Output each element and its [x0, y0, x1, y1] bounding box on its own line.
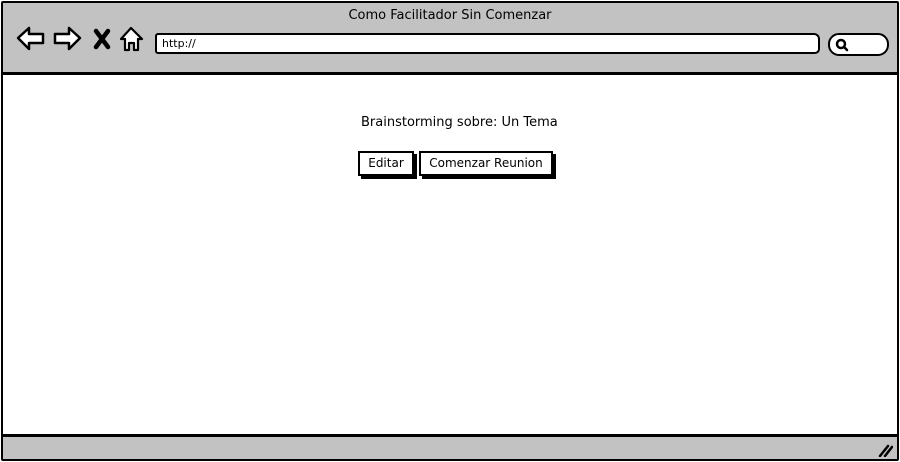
- url-input[interactable]: http://: [155, 33, 820, 54]
- home-icon[interactable]: [118, 25, 146, 53]
- magnifier-icon: [835, 38, 849, 52]
- browser-window: Como Facilitador Sin Comenzar http:// Br…: [1, 1, 899, 461]
- status-bar: [3, 434, 897, 459]
- edit-button[interactable]: Editar: [358, 151, 414, 176]
- page-content: Brainstorming sobre: Un Tema Editar Come…: [3, 75, 897, 434]
- stop-x-icon[interactable]: [92, 25, 112, 53]
- window-title: Como Facilitador Sin Comenzar: [348, 8, 552, 23]
- back-arrow-icon[interactable]: [16, 25, 45, 53]
- search-input[interactable]: [828, 33, 889, 56]
- browser-toolbar: Como Facilitador Sin Comenzar http://: [3, 3, 897, 75]
- forward-arrow-icon[interactable]: [52, 25, 82, 53]
- resize-grip-icon[interactable]: [877, 442, 894, 458]
- page-heading: Brainstorming sobre: Un Tema: [361, 115, 558, 130]
- start-meeting-button[interactable]: Comenzar Reunion: [419, 151, 553, 176]
